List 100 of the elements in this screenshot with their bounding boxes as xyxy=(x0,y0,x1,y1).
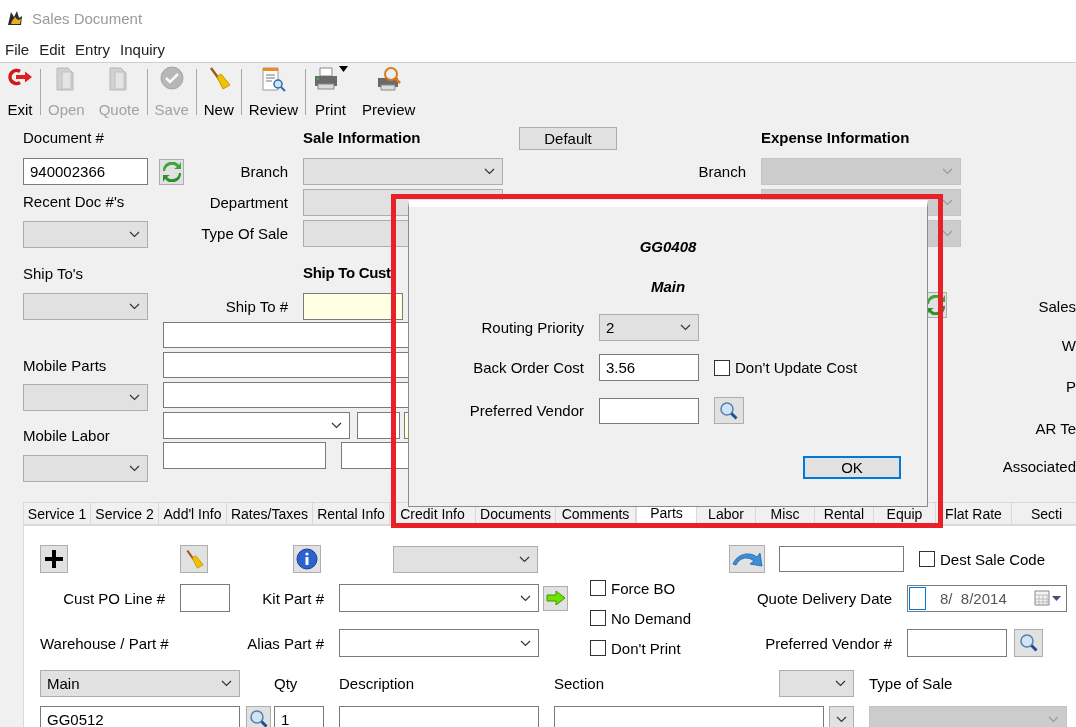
tab[interactable]: Add'l Info xyxy=(159,502,227,525)
field-label: Qty xyxy=(274,675,299,692)
print-button[interactable]: Print xyxy=(306,65,355,118)
field-label: Mobile Parts xyxy=(23,357,108,375)
text-field[interactable] xyxy=(779,546,904,572)
dropdown[interactable]: Main xyxy=(40,670,240,697)
search-icon xyxy=(1018,633,1039,653)
curved-arrow-icon xyxy=(731,550,763,568)
checkbox-label: No Demand xyxy=(611,609,692,627)
tab[interactable]: Service 1 xyxy=(23,502,91,525)
chevron-down-icon xyxy=(520,639,531,647)
chevron-down-icon xyxy=(835,680,846,687)
chevron-down-icon xyxy=(221,680,232,687)
check-circle-icon xyxy=(159,65,184,90)
dropdown[interactable] xyxy=(339,584,539,612)
chevron-down-icon xyxy=(519,555,530,563)
checkbox[interactable] xyxy=(919,551,935,567)
field-label: Ship To's xyxy=(23,265,85,283)
menu-item[interactable]: Inquiry xyxy=(115,40,171,58)
field-label: Document # xyxy=(23,129,105,147)
search-button[interactable] xyxy=(714,397,744,424)
dropdown[interactable]: 2 xyxy=(599,314,699,341)
checkbox-label: Force BO xyxy=(611,579,676,597)
clear-button[interactable] xyxy=(180,545,208,573)
add-button[interactable] xyxy=(40,545,68,573)
go-button[interactable] xyxy=(543,585,568,611)
text-field[interactable]: 1 xyxy=(274,706,324,727)
text-field[interactable] xyxy=(303,293,403,320)
arrow-right-icon xyxy=(545,590,566,606)
tab[interactable]: Rental Info xyxy=(313,502,390,525)
preview-button[interactable]: Preview xyxy=(355,65,423,118)
text-field[interactable]: 940002366 xyxy=(23,158,148,185)
text-field[interactable] xyxy=(180,584,230,612)
text-field[interactable] xyxy=(907,629,1007,657)
checkbox[interactable] xyxy=(590,580,606,596)
text-field[interactable] xyxy=(554,706,824,727)
curved-arrow-button[interactable] xyxy=(729,545,765,573)
field-label: Preferred Vendor # xyxy=(764,634,892,652)
dropdown[interactable] xyxy=(829,705,854,727)
text-field[interactable] xyxy=(339,706,539,727)
field-label: P xyxy=(1066,378,1076,396)
dialog-heading: GG0408 xyxy=(639,238,697,256)
field-label: Associated xyxy=(1002,458,1076,476)
tab[interactable]: Flat Rate xyxy=(936,502,1012,525)
search-icon xyxy=(719,400,739,421)
app-logo-icon xyxy=(6,9,24,27)
ok-button[interactable]: OK xyxy=(803,456,901,479)
checkbox[interactable] xyxy=(590,640,606,656)
exit-button[interactable]: Exit xyxy=(0,65,40,118)
dropdown[interactable] xyxy=(163,412,350,439)
dropdown[interactable] xyxy=(339,629,539,657)
chevron-down-icon xyxy=(129,465,140,472)
refresh-button[interactable] xyxy=(159,158,184,185)
chevron-down-icon xyxy=(484,168,495,175)
plus-icon xyxy=(44,549,64,569)
checkbox[interactable] xyxy=(590,610,606,626)
section-heading: Sale Information xyxy=(303,129,422,147)
text-field[interactable]: 3.56 xyxy=(599,354,699,381)
field-label: Cust PO Line # xyxy=(62,589,165,607)
chevron-down-icon xyxy=(680,324,691,331)
field-label: Type Of Sale xyxy=(200,225,288,242)
field-label: Department xyxy=(208,194,288,211)
new-button[interactable]: New xyxy=(196,65,241,118)
field-label: Type of Sale xyxy=(869,675,954,692)
checkbox[interactable] xyxy=(714,359,730,376)
tab[interactable]: Service 2 xyxy=(91,502,159,525)
field-label: AR Te xyxy=(1035,420,1076,438)
checkbox-label: Don't Print xyxy=(611,639,681,657)
document-magnifier-icon xyxy=(260,65,287,92)
printer-magnifier-icon xyxy=(375,65,402,92)
checkbox-label: Dest Sale Code xyxy=(940,550,1046,568)
search-button[interactable] xyxy=(1014,629,1043,657)
review-button[interactable]: Review xyxy=(241,65,305,118)
tab[interactable]: Secti xyxy=(1012,502,1076,525)
menu-item[interactable]: File xyxy=(0,40,35,58)
search-button[interactable] xyxy=(246,706,271,727)
chevron-down-icon xyxy=(129,231,140,238)
field-label: Ship To # xyxy=(224,298,288,315)
printer-icon xyxy=(313,65,339,92)
info-button[interactable] xyxy=(293,545,321,573)
field-label: Sales xyxy=(1038,298,1076,316)
text-field[interactable]: GG0512 xyxy=(40,706,240,727)
text-field[interactable] xyxy=(163,442,326,469)
menu-item[interactable]: Edit xyxy=(34,40,71,58)
dropdown[interactable] xyxy=(393,545,538,573)
section-heading: Ship To Cust xyxy=(303,264,392,282)
caret-icon xyxy=(339,65,348,72)
default-button[interactable]: Default xyxy=(519,127,617,150)
chevron-down-icon xyxy=(1048,715,1059,723)
refresh-icon xyxy=(161,161,182,182)
field-label: W xyxy=(1061,337,1076,355)
calendar-icon xyxy=(1034,590,1062,606)
tab[interactable]: Rates/Taxes xyxy=(227,502,313,525)
text-field[interactable] xyxy=(599,397,699,424)
info-icon xyxy=(296,548,318,570)
broom-icon xyxy=(184,549,204,569)
field-label: Recent Doc #'s xyxy=(23,193,126,211)
date-picker[interactable]: 8/ 8/2014 xyxy=(907,584,1067,612)
menu-item[interactable]: Entry xyxy=(70,40,116,58)
field-label: Mobile Labor xyxy=(23,427,111,445)
